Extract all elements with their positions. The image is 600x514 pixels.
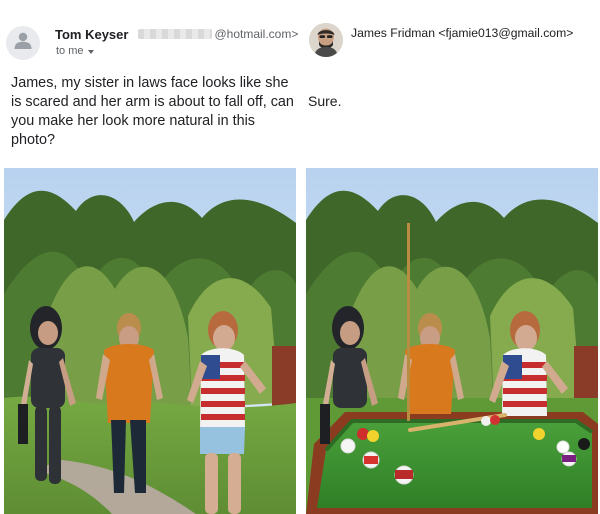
edited-photo: [306, 168, 598, 514]
email-comparison-page: Tom Keyser @hotmail.com> to me James, my…: [0, 0, 600, 514]
sender-email-domain: @hotmail.com>: [214, 27, 299, 41]
sender-name: Tom Keyser: [55, 26, 129, 42]
recipient-toggle[interactable]: to me: [56, 45, 94, 57]
reply-message-body: Sure.: [308, 93, 342, 109]
sender-line: Tom Keyser @hotmail.com>: [55, 25, 298, 43]
chevron-down-icon: [87, 49, 94, 54]
redacted-email-username: [138, 29, 213, 39]
original-photo-image: [4, 168, 296, 514]
edited-photo-image: [306, 168, 598, 514]
original-photo: [4, 168, 296, 514]
reply-sender-avatar[interactable]: [309, 23, 343, 57]
original-email: Tom Keyser @hotmail.com> to me James, my…: [0, 0, 300, 168]
email-message-body: James, my sister in laws face looks like…: [11, 75, 294, 148]
recipient-label: to me: [56, 45, 84, 57]
reply-sender-line: James Fridman <fjamie013@gmail.com>: [351, 26, 574, 40]
sender-avatar[interactable]: [6, 26, 40, 60]
reply-email: James Fridman <fjamie013@gmail.com> Sure…: [301, 0, 600, 168]
reply-sender-avatar-image: [309, 23, 343, 57]
person-icon: [6, 26, 40, 60]
